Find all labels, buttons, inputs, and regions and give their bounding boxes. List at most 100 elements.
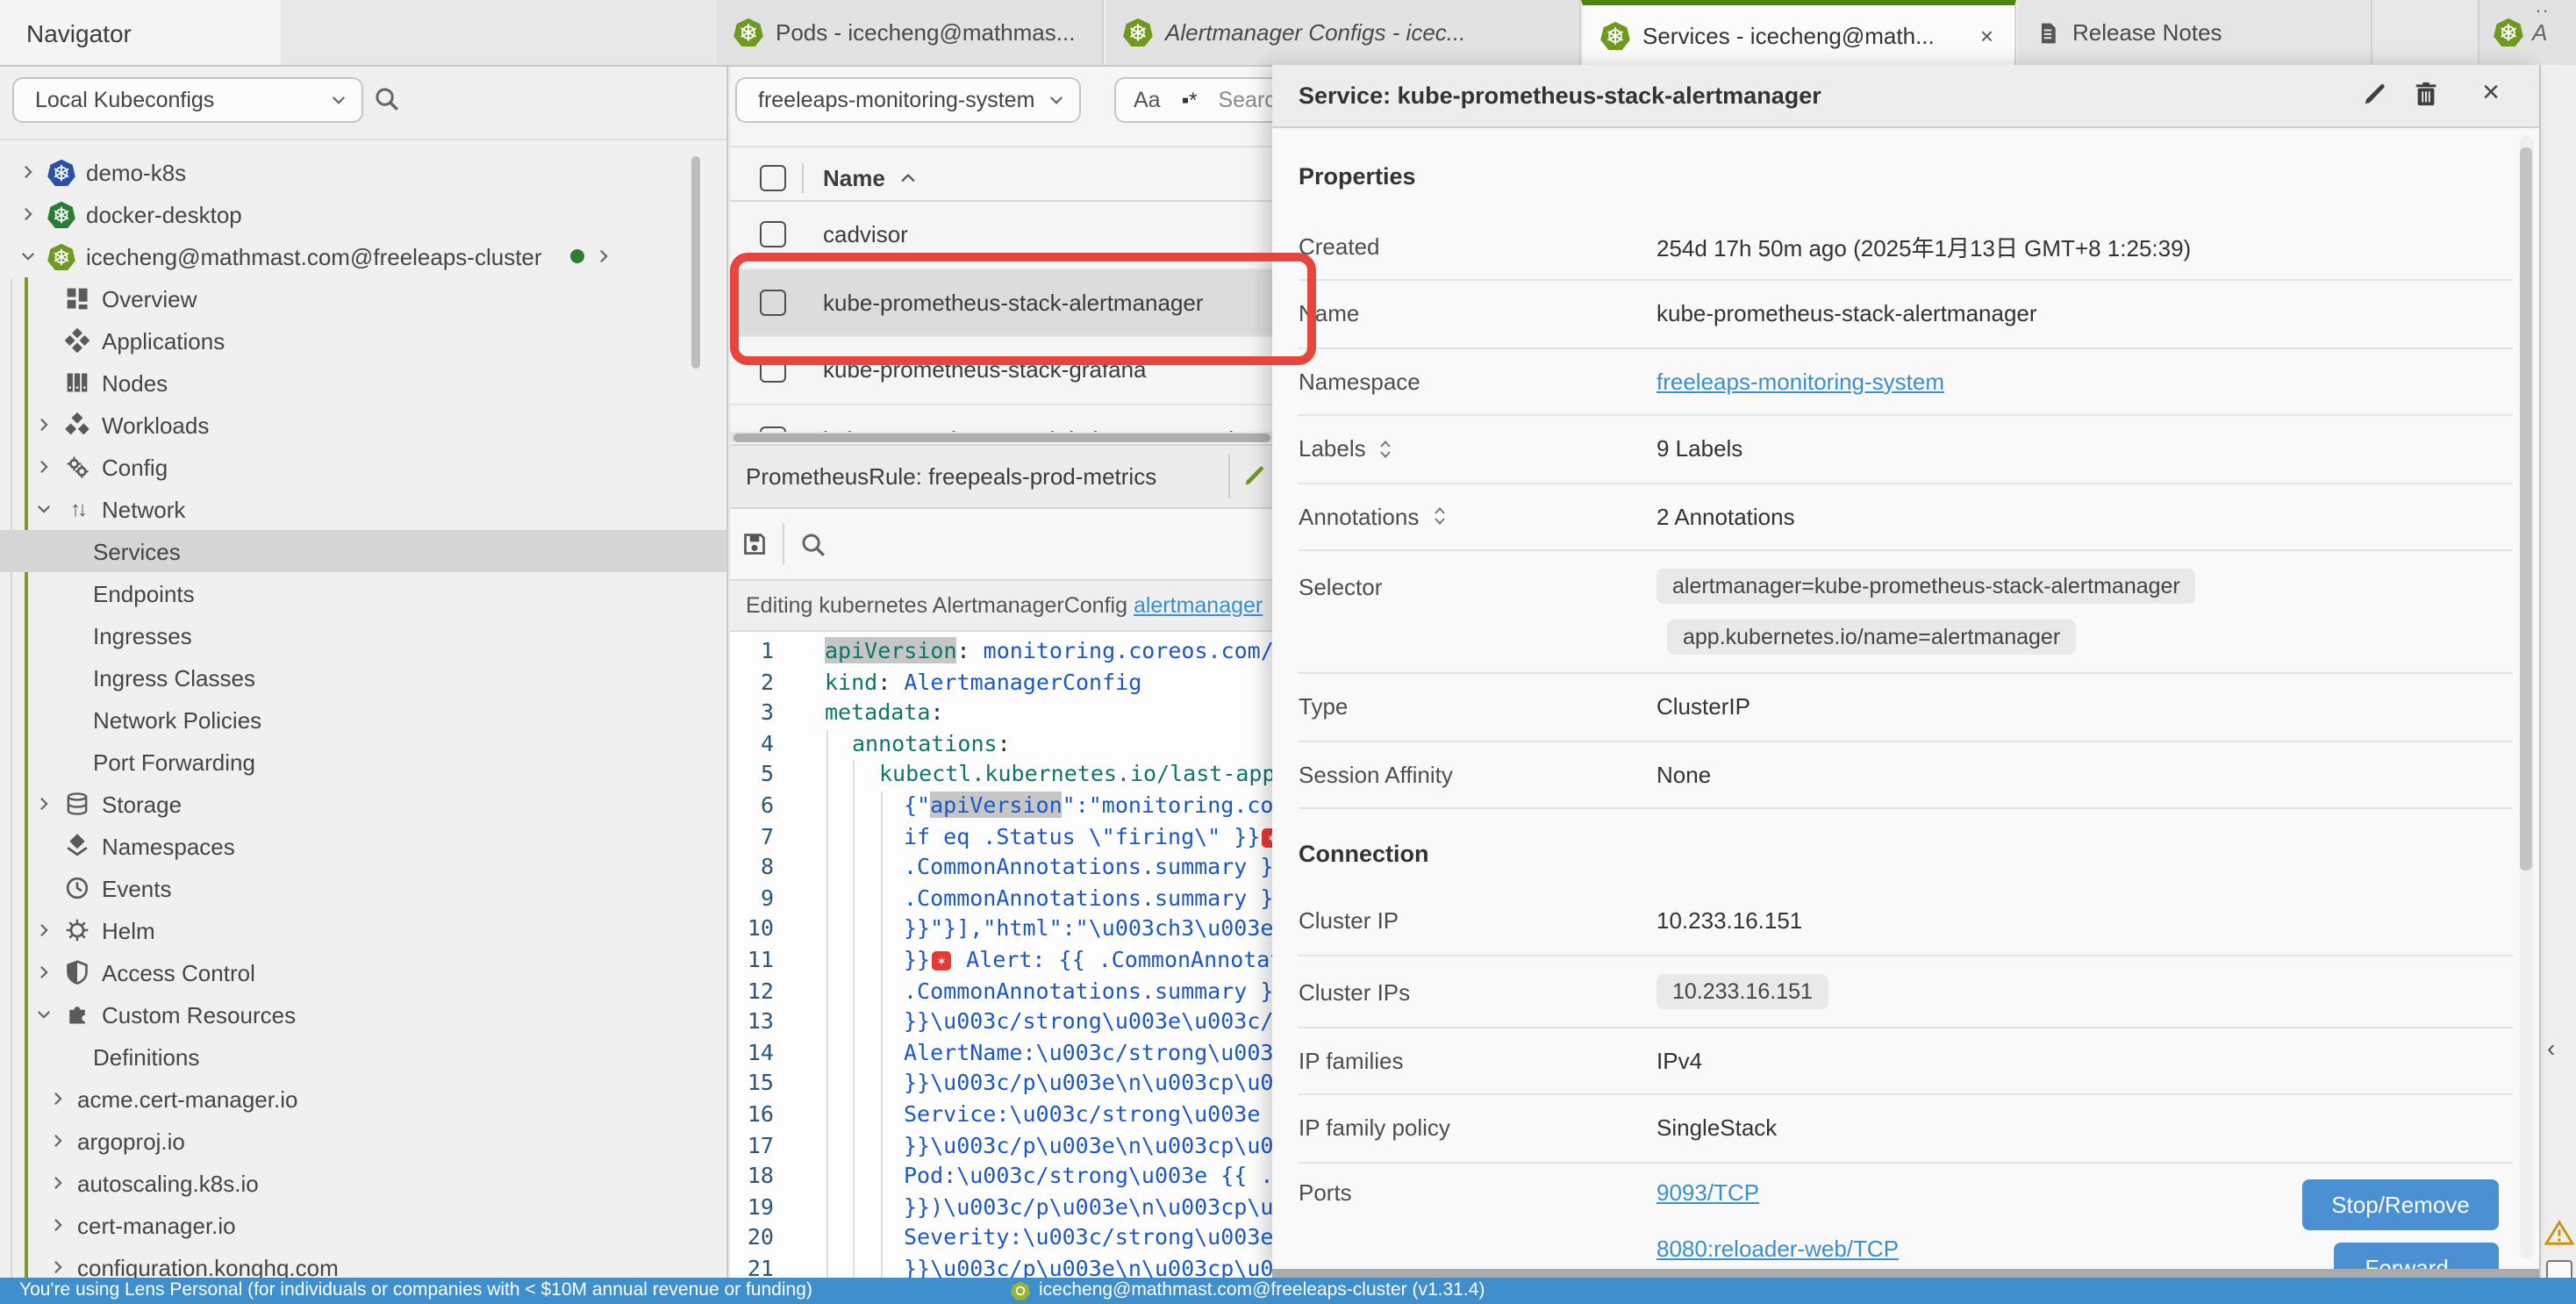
editing-status-text: Editing kubernetes AlertmanagerConfig bbox=[746, 593, 1134, 618]
close-icon[interactable]: × bbox=[1977, 22, 1997, 48]
match-case-icon[interactable]: Aa bbox=[1134, 88, 1161, 112]
sidebar-item-icecheng-mathmast-com-freeleaps-cluster[interactable]: icecheng@mathmast.com@freeleaps-cluster bbox=[0, 235, 728, 277]
sidebar-item-label: Endpoints bbox=[93, 580, 195, 606]
delete-icon[interactable] bbox=[2412, 80, 2438, 106]
sidebar-item-config[interactable]: Config bbox=[0, 446, 728, 488]
row-checkbox[interactable] bbox=[760, 357, 786, 383]
chevron-right-icon[interactable] bbox=[47, 1174, 67, 1192]
chevron-right-icon[interactable] bbox=[33, 795, 53, 813]
tab-alertmanager-configs[interactable]: Alertmanager Configs - icec... bbox=[1104, 0, 1581, 65]
line-number: 6 bbox=[730, 792, 774, 818]
chevron-down-icon[interactable] bbox=[33, 500, 53, 518]
chevron-right-icon[interactable] bbox=[18, 163, 37, 181]
drawer-scrollbar-thumb[interactable] bbox=[2519, 147, 2531, 871]
tab-label: Alertmanager Configs - icec... bbox=[1165, 19, 1465, 46]
sidebar-item-nodes[interactable]: Nodes bbox=[0, 362, 728, 404]
chevron-right-icon[interactable] bbox=[18, 205, 37, 223]
line-number: 2 bbox=[730, 668, 774, 694]
chevron-right-icon[interactable] bbox=[33, 458, 53, 476]
namespace-select[interactable]: freeleaps-monitoring-system bbox=[735, 77, 1081, 123]
tab-label: Pods - icecheng@mathmas... bbox=[776, 19, 1075, 46]
sidebar-item-label: Events bbox=[102, 875, 172, 901]
tab-services-icecheng-ma[interactable]: Services - icecheng@math...× bbox=[1581, 0, 2016, 65]
tab-release-notes[interactable]: Release Notes bbox=[2016, 0, 2372, 65]
k8s-blue-icon bbox=[47, 157, 75, 187]
chevron-down-icon[interactable] bbox=[33, 1006, 53, 1023]
drawer-row-namespace: Namespacefreeleaps-monitoring-system bbox=[1299, 348, 2512, 416]
service-name: cadvisor bbox=[823, 222, 908, 248]
kubernetes-icon bbox=[1011, 1281, 1030, 1300]
sidebar-item-configuration-konghq-com[interactable]: configuration.konghq.com bbox=[0, 1246, 728, 1278]
chevron-right-icon[interactable] bbox=[33, 416, 53, 433]
sidebar-item-acme-cert-manager-io[interactable]: acme.cert-manager.io bbox=[0, 1078, 728, 1120]
sidebar-item-applications[interactable]: Applications bbox=[0, 319, 728, 362]
sidebar-item-label: Storage bbox=[102, 791, 182, 817]
sidebar-item-cert-manager-io[interactable]: cert-manager.io bbox=[0, 1204, 728, 1246]
sidebar-item-network-policies[interactable]: Network Policies bbox=[0, 699, 728, 741]
row-checkbox[interactable] bbox=[760, 222, 786, 248]
navigator-panel: Local Kubeconfigs demo-k8sdocker-desktop… bbox=[0, 65, 728, 1278]
sidebar-item-storage[interactable]: Storage bbox=[0, 783, 728, 825]
chevron-right-icon[interactable] bbox=[33, 921, 53, 939]
sidebar-item-workloads[interactable]: Workloads bbox=[0, 404, 728, 446]
line-number: 11 bbox=[730, 946, 774, 972]
tab-partial[interactable]: A bbox=[2478, 0, 2576, 65]
sidebar-item-definitions[interactable]: Definitions bbox=[0, 1035, 728, 1078]
namespace-link[interactable]: freeleaps-monitoring-system bbox=[1657, 369, 1944, 395]
sidebar-item-helm[interactable]: Helm bbox=[0, 909, 728, 951]
scrollbar-thumb[interactable] bbox=[733, 433, 1270, 441]
port-link[interactable]: 8080:reloader-web/TCP bbox=[1657, 1235, 1899, 1261]
chevron-right-icon[interactable] bbox=[47, 1216, 67, 1234]
sidebar-item-services[interactable]: Services bbox=[0, 530, 728, 572]
sidebar-item-access-control[interactable]: Access Control bbox=[0, 951, 728, 993]
sidebar-item-namespaces[interactable]: Namespaces bbox=[0, 825, 728, 867]
toggle-icon[interactable] bbox=[1431, 506, 1447, 527]
save-icon[interactable] bbox=[742, 532, 767, 556]
chevron-right-icon[interactable] bbox=[47, 1132, 67, 1150]
navigator-tab-label: Navigator bbox=[26, 18, 132, 47]
nodes-icon bbox=[63, 370, 91, 395]
search-icon[interactable] bbox=[374, 86, 400, 112]
sidebar-item-docker-desktop[interactable]: docker-desktop bbox=[0, 193, 728, 235]
sidebar-item-overview[interactable]: Overview bbox=[0, 277, 728, 319]
chevron-right-icon[interactable] bbox=[47, 1090, 67, 1107]
sort-asc-icon[interactable] bbox=[899, 168, 919, 187]
sidebar-item-port-forwarding[interactable]: Port Forwarding bbox=[0, 741, 728, 783]
sidebar-item-endpoints[interactable]: Endpoints bbox=[0, 572, 728, 614]
sidebar-item-argoproj-io[interactable]: argoproj.io bbox=[0, 1120, 728, 1162]
line-number: 7 bbox=[730, 822, 774, 849]
close-icon[interactable]: × bbox=[2482, 75, 2500, 110]
port-link[interactable]: 9093/TCP bbox=[1657, 1179, 1899, 1205]
row-checkbox[interactable] bbox=[760, 290, 786, 316]
chevron-right-icon[interactable] bbox=[47, 1258, 67, 1276]
chevron-down-icon[interactable] bbox=[18, 247, 37, 265]
sidebar-item-label: Helm bbox=[102, 917, 155, 943]
regex-icon[interactable]: ▪* bbox=[1182, 88, 1198, 112]
sidebar-scrollbar[interactable] bbox=[691, 156, 700, 369]
sidebar-item-custom-resources[interactable]: Custom Resources bbox=[0, 993, 728, 1035]
sidebar-item-ingress-classes[interactable]: Ingress Classes bbox=[0, 656, 728, 699]
stop-remove-button[interactable]: Stop/Remove bbox=[2302, 1179, 2499, 1229]
divider bbox=[1228, 455, 1230, 498]
sidebar-item-demo-k8s[interactable]: demo-k8s bbox=[0, 151, 728, 193]
chevron-left-icon[interactable]: ‹ bbox=[2547, 1034, 2555, 1062]
sidebar-item-events[interactable]: Events bbox=[0, 867, 728, 909]
name-column-header[interactable]: Name bbox=[823, 164, 885, 190]
sidebar-item-autoscaling-k8s-io[interactable]: autoscaling.k8s.io bbox=[0, 1162, 728, 1204]
select-all-checkbox[interactable] bbox=[760, 164, 786, 190]
edit-icon[interactable] bbox=[1242, 463, 1267, 488]
row-label: Selector bbox=[1299, 574, 1657, 600]
edit-icon[interactable] bbox=[2361, 80, 2387, 106]
toggle-icon[interactable] bbox=[1378, 439, 1394, 460]
chevron-right-icon[interactable] bbox=[595, 247, 614, 265]
editing-resource-link[interactable]: alertmanager bbox=[1134, 593, 1263, 618]
navigator-tab[interactable]: Navigator bbox=[0, 0, 281, 65]
cluster-status[interactable]: icecheng@mathmast.com@freeleaps-cluster … bbox=[1011, 1280, 1485, 1301]
sidebar-item-network[interactable]: ↑↓Network bbox=[0, 488, 728, 530]
sidebar-item-ingresses[interactable]: Ingresses bbox=[0, 614, 728, 656]
sidebar-item-label: argoproj.io bbox=[77, 1128, 185, 1154]
kubeconfig-select[interactable]: Local Kubeconfigs bbox=[12, 77, 363, 123]
chevron-right-icon[interactable] bbox=[33, 964, 53, 981]
search-icon[interactable] bbox=[800, 531, 826, 557]
tab-pods-icecheng-mathma[interactable]: Pods - icecheng@mathmas... bbox=[714, 0, 1104, 65]
